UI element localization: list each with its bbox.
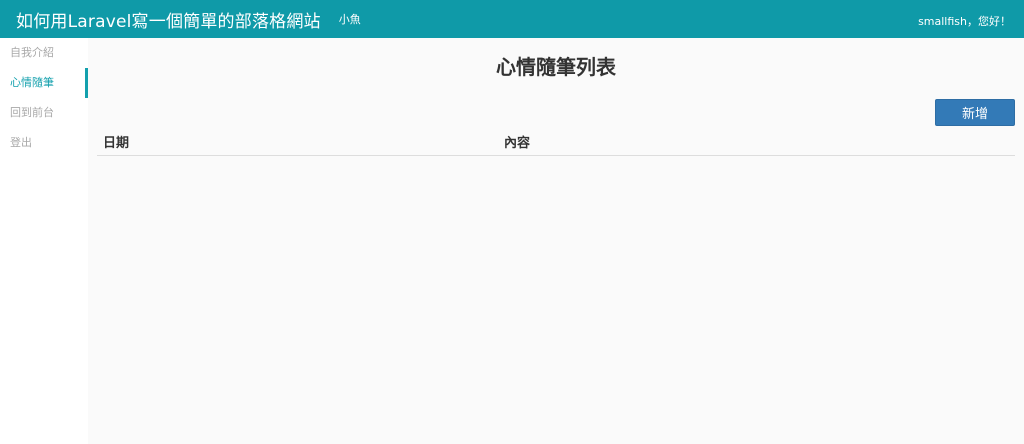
sidebar-item-journal[interactable]: 心情隨筆: [0, 68, 88, 98]
top-navbar: 如何用Laravel寫一個簡單的部落格網站 小魚 smallfish，您好！: [0, 0, 1024, 38]
column-header-date: 日期: [103, 136, 130, 151]
sidebar-item-label: 自我介紹: [10, 46, 54, 59]
sidebar-item-label: 回到前台: [10, 106, 54, 119]
table-header: 日期 內容: [97, 128, 1015, 156]
add-button[interactable]: 新增: [935, 99, 1015, 126]
sidebar-item-frontend[interactable]: 回到前台: [0, 98, 88, 128]
page-title: 心情隨筆列表: [496, 55, 616, 79]
sidebar-item-label: 心情隨筆: [10, 76, 54, 89]
sidebar-item-logout[interactable]: 登出: [0, 128, 88, 158]
sidebar-item-about[interactable]: 自我介紹: [0, 38, 88, 68]
user-greeting[interactable]: smallfish，您好！: [918, 13, 1011, 29]
sidebar-item-label: 登出: [10, 136, 32, 149]
author-link[interactable]: 小魚: [339, 11, 361, 27]
site-title[interactable]: 如何用Laravel寫一個簡單的部落格網站: [16, 7, 321, 32]
sidebar: 自我介紹 心情隨筆 回到前台 登出: [0, 38, 88, 444]
main-content: 心情隨筆列表 新增 日期 內容: [88, 38, 1024, 444]
column-header-content: 內容: [504, 136, 531, 151]
